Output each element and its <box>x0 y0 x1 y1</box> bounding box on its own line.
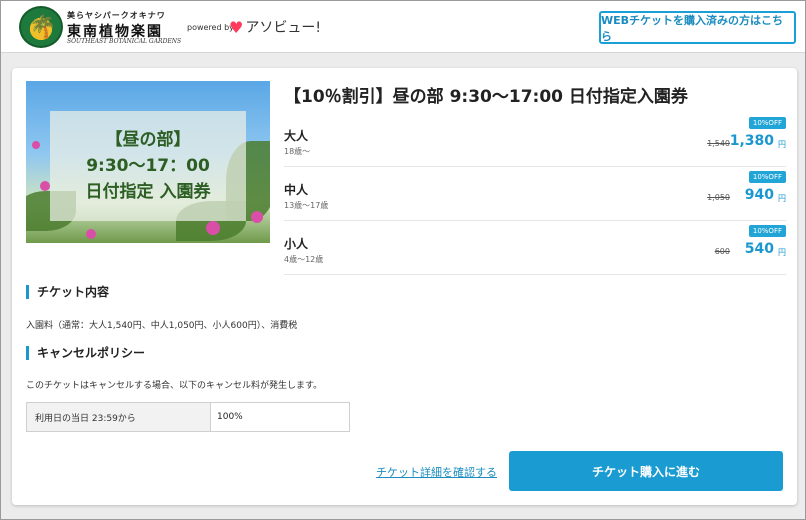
price-unit: 円 <box>778 140 786 149</box>
ticket-contents-heading: チケット内容 <box>26 285 109 299</box>
discount-badge: 10%OFF <box>748 225 786 237</box>
ticket-card: 【昼の部】 9:30〜17：00 日付指定 入園券 【10％割引】昼の部 9:3… <box>12 68 797 505</box>
purchase-ticket-button[interactable]: チケット購入に進む <box>509 451 783 491</box>
discount-price: 540 <box>744 241 774 257</box>
ticket-title: 【10％割引】昼の部 9:30〜17:00 日付指定入園券 <box>284 87 688 107</box>
web-ticket-purchased-button[interactable]: WEBチケットを購入済みの方はこちら <box>599 11 796 44</box>
discount-badge: 10%OFF <box>748 171 786 183</box>
logo-english: SOUTHEAST BOTANICAL GARDENS <box>67 38 182 45</box>
original-price: 1,540 <box>707 139 730 148</box>
cancel-fee-when: 利用日の当日 23:59から <box>27 403 211 431</box>
price-label: 大人 <box>284 129 309 143</box>
cancel-policy-heading: キャンセルポリシー <box>26 346 145 360</box>
image-line-2: 9:30〜17：00 <box>86 156 210 176</box>
image-line-3: 日付指定 入園券 <box>85 182 211 202</box>
palm-tree-icon: 🌴 <box>29 15 57 40</box>
powered-by-label: powered by <box>187 23 234 32</box>
discount-badge: 10%OFF <box>748 117 786 129</box>
cancel-policy-text: このチケットはキャンセルする場合、以下のキャンセル料が発生します。 <box>26 381 323 391</box>
price-unit: 円 <box>778 194 786 203</box>
logo-emblem[interactable]: 🌴 <box>19 6 63 48</box>
logo-kana: 美らヤシパークオキナワ <box>67 11 166 20</box>
asoview-heart-icon: ♥ <box>229 17 244 37</box>
image-line-1: 【昼の部】 <box>105 130 191 150</box>
price-age: 4歳〜12歳 <box>284 255 324 264</box>
ticket-image: 【昼の部】 9:30〜17：00 日付指定 入園券 <box>26 81 270 243</box>
cancel-fee-rate: 100% <box>217 412 243 422</box>
price-label: 中人 <box>284 183 309 197</box>
price-label: 小人 <box>284 237 309 251</box>
price-age: 13歳〜17歳 <box>284 201 329 210</box>
asoview-logo[interactable]: ♥ アソビュー! <box>229 17 321 37</box>
price-age: 18歳〜 <box>284 147 311 156</box>
ticket-image-text: 【昼の部】 9:30〜17：00 日付指定 入園券 <box>50 111 246 221</box>
price-row-child: 小人 4歳〜12歳 10%OFF 600 540 円 <box>284 223 786 275</box>
original-price: 600 <box>714 247 730 256</box>
discount-price: 940 <box>744 187 774 203</box>
asoview-name: アソビュー! <box>245 20 321 36</box>
cancel-fee-table: 利用日の当日 23:59から 100% <box>26 402 350 432</box>
original-price: 1,050 <box>707 193 730 202</box>
ticket-contents-text: 入園料（通常：大人1,540円、中人1,050円、小人600円）、消費税 <box>26 321 298 331</box>
discount-price: 1,380 <box>729 133 774 149</box>
price-row-adult: 大人 18歳〜 10%OFF 1,540 1,380 円 <box>284 115 786 167</box>
price-unit: 円 <box>778 248 786 257</box>
site-header: 🌴 美らヤシパークオキナワ 東南植物楽園 SOUTHEAST BOTANICAL… <box>1 1 805 53</box>
price-row-middle: 中人 13歳〜17歳 10%OFF 1,050 940 円 <box>284 169 786 221</box>
ticket-detail-link[interactable]: チケット詳細を確認する <box>376 464 497 480</box>
